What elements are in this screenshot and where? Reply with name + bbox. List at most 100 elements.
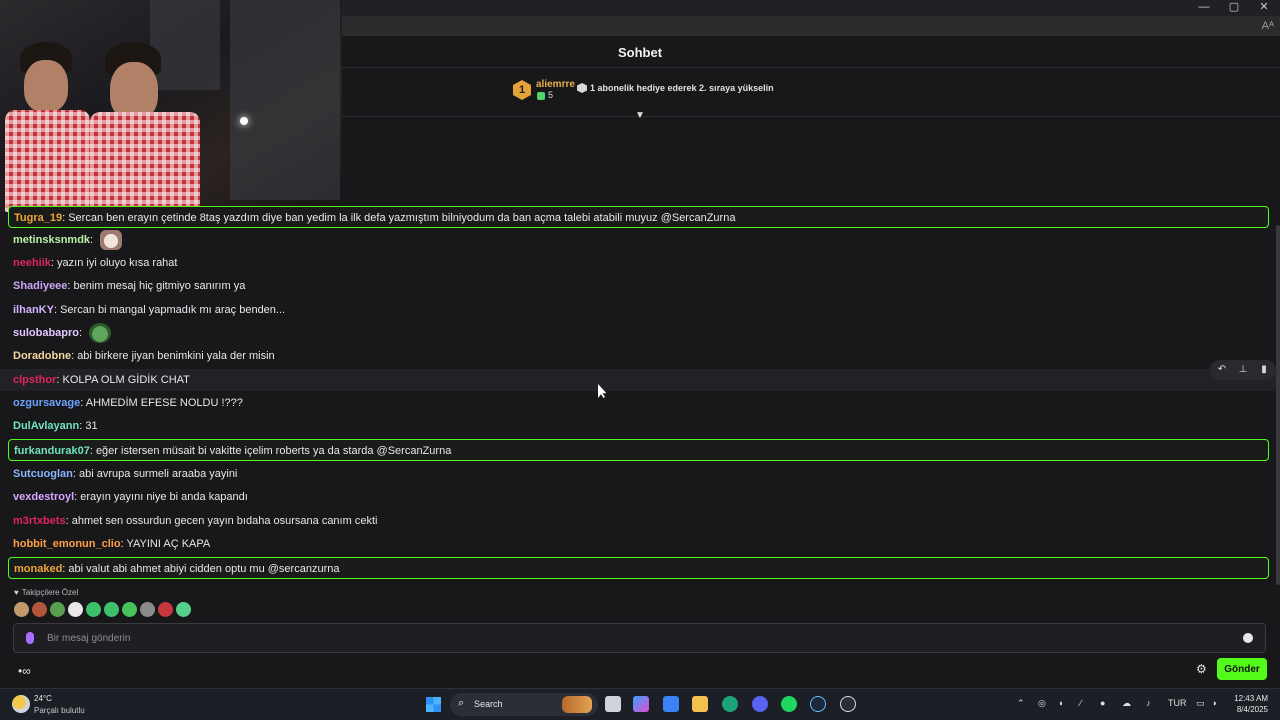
message-username[interactable]: ilhanKY <box>13 304 54 316</box>
chat-message[interactable]: furkandurak07: eğer istersen müsait bi v… <box>8 439 1269 461</box>
emote-icon[interactable] <box>68 602 83 617</box>
close-button[interactable]: ✕ <box>1247 0 1280 16</box>
search-label: Search <box>474 699 503 709</box>
chat-message[interactable]: ozgursavage: AHMEDİM EFESE NOLDU !??? <box>8 392 1269 414</box>
maximize-button[interactable]: ▢ <box>1217 0 1251 16</box>
chevron-up-icon[interactable]: ⌃ <box>1017 698 1025 709</box>
edge-icon[interactable] <box>722 696 738 712</box>
chat-message[interactable]: metinsksnmdk: <box>8 229 1269 251</box>
message-separator: : <box>79 327 86 339</box>
clock[interactable]: 12:43 AM 8/4/2025 <box>1230 694 1268 714</box>
speaker-icon[interactable]: ◖ <box>1058 698 1063 708</box>
pin-icon[interactable]: ⊥ <box>1235 362 1251 378</box>
chat-message[interactable]: Sutcuoglan: abi avrupa surmeli araaba ya… <box>8 463 1269 485</box>
emote-icon[interactable] <box>32 602 47 617</box>
message-username[interactable]: m3rtxbets <box>13 515 66 527</box>
windows-start-icon[interactable] <box>426 697 441 712</box>
message-username[interactable]: Tugra_19 <box>14 212 62 224</box>
send-button[interactable]: Gönder <box>1217 658 1267 680</box>
chat-message[interactable]: clpsthor: KOLPA OLM GİDİK CHAT <box>0 369 1276 391</box>
chat-message[interactable]: ilhanKY: Sercan bi mangal yapmadık mı ar… <box>8 299 1269 321</box>
message-username[interactable]: Sutcuoglan <box>13 468 73 480</box>
chat-message[interactable]: sulobabapro: <box>8 322 1269 344</box>
chat-message[interactable]: hobbit_emonun_clio: YAYINI AÇ KAPA <box>8 533 1269 555</box>
message-username[interactable]: vexdestroyl <box>13 491 74 503</box>
message-username[interactable]: DulAvlayann <box>13 420 79 432</box>
weather-desc: Parçalı bulutlu <box>34 706 85 715</box>
message-text: eğer istersen müsait bi vakitte içelim r… <box>95 445 452 457</box>
message-username[interactable]: sulobabapro <box>13 327 79 339</box>
steam-icon[interactable] <box>810 696 826 712</box>
person-face <box>24 60 68 112</box>
emote-icon[interactable] <box>14 602 29 617</box>
followers-only-label: ♥ Takipçilere Özel <box>14 588 79 597</box>
mic-icon[interactable] <box>26 632 34 644</box>
message-username[interactable]: neehiik <box>13 257 51 269</box>
reply-icon[interactable]: ↶ <box>1214 362 1230 378</box>
message-text: abi birkere jiyan benimkini yala der mis… <box>77 350 275 362</box>
chat-message[interactable]: DulAvlayann: 31 <box>8 415 1269 437</box>
chat-message[interactable]: neehiik: yazın iyi oluyo kısa rahat <box>8 252 1269 274</box>
headset-icon[interactable]: ◎ <box>1038 698 1046 709</box>
volume-icon[interactable]: ◗ <box>1212 698 1217 708</box>
network-icon[interactable]: ▭ <box>1196 698 1205 709</box>
chat-input[interactable] <box>47 629 1227 647</box>
gift-prompt[interactable]: 1 abonelik hediye ederek 2. sıraya yükse… <box>590 83 774 93</box>
reader-mode-icon[interactable]: Aᴬ <box>1262 16 1274 36</box>
cloud-icon[interactable]: ☁ <box>1122 698 1131 709</box>
pen-icon[interactable]: ∕ <box>1080 698 1082 708</box>
copilot-icon[interactable] <box>633 696 649 712</box>
emote-icon[interactable] <box>104 602 119 617</box>
message-text: 31 <box>85 420 98 432</box>
chat-message[interactable]: Doradobne: abi birkere jiyan benimkini y… <box>8 345 1269 367</box>
chat-message[interactable]: Shadiyeee: benim mesaj hiç gitmiyo sanır… <box>8 275 1269 297</box>
leader-username[interactable]: aliemrre <box>536 79 575 90</box>
emote-icon[interactable] <box>176 602 191 617</box>
emote-icon[interactable] <box>50 602 65 617</box>
leader-gift-count: 5 <box>548 90 554 100</box>
emoji-icon[interactable] <box>1243 633 1253 643</box>
store-icon[interactable] <box>663 696 679 712</box>
language-indicator[interactable]: TUR <box>1168 698 1187 708</box>
message-username[interactable]: ozgursavage <box>13 397 80 409</box>
chat-input-box[interactable] <box>13 623 1266 653</box>
message-username[interactable]: metinsksnmdk <box>13 234 90 246</box>
spotify-icon[interactable] <box>781 696 797 712</box>
message-username[interactable]: Doradobne <box>13 350 71 362</box>
mic-tray-icon[interactable]: ♪ <box>1146 698 1151 708</box>
emote-strip <box>14 602 194 620</box>
discord-icon[interactable] <box>752 696 768 712</box>
gear-icon[interactable]: ⚙ <box>1196 662 1207 676</box>
taskbar-search[interactable]: ⌕ Search <box>450 693 598 716</box>
message-username[interactable]: furkandurak07 <box>14 445 90 457</box>
chat-message[interactable]: vexdestroyl: erayın yayını niye bi anda … <box>8 486 1269 508</box>
minimize-button[interactable]: — <box>1187 0 1221 16</box>
points-icon[interactable]: •∞ <box>18 664 31 678</box>
chat-message[interactable]: Tugra_19: Sercan ben erayın çetinde 8taş… <box>8 206 1269 228</box>
message-username[interactable]: clpsthor <box>13 374 56 386</box>
emote-icon[interactable] <box>86 602 101 617</box>
task-view-icon[interactable] <box>605 696 621 712</box>
frog-emote-icon[interactable] <box>89 323 112 344</box>
chat-message[interactable]: m3rtxbets: ahmet sen ossurdun gecen yayı… <box>8 510 1269 532</box>
file-explorer-icon[interactable] <box>692 696 708 712</box>
weather-icon[interactable] <box>12 695 30 713</box>
gift-count-icon <box>537 92 545 100</box>
steam-tray-icon[interactable]: ● <box>1100 698 1105 708</box>
obs-icon[interactable] <box>840 696 856 712</box>
emote-icon[interactable] <box>122 602 137 617</box>
delete-icon[interactable]: ▮ <box>1256 362 1272 378</box>
cat-emote-icon[interactable] <box>100 230 123 251</box>
emote-icon[interactable] <box>158 602 173 617</box>
message-username[interactable]: monaked <box>14 563 62 575</box>
message-username[interactable]: Shadiyeee <box>13 280 67 292</box>
message-text: ahmet sen ossurdun gecen yayın bıdaha os… <box>71 515 378 527</box>
collapse-icon[interactable]: ▼ <box>633 110 647 122</box>
message-username[interactable]: hobbit_emonun_clio <box>13 538 121 550</box>
emote-icon[interactable] <box>140 602 155 617</box>
clock-date: 8/4/2025 <box>1236 705 1268 714</box>
chat-message[interactable]: monaked: abi valut abi ahmet abiyi cidde… <box>8 557 1269 579</box>
chat-scrollbar[interactable] <box>1276 225 1280 585</box>
heart-icon: ♥ <box>14 588 19 597</box>
window-pane <box>150 0 220 90</box>
